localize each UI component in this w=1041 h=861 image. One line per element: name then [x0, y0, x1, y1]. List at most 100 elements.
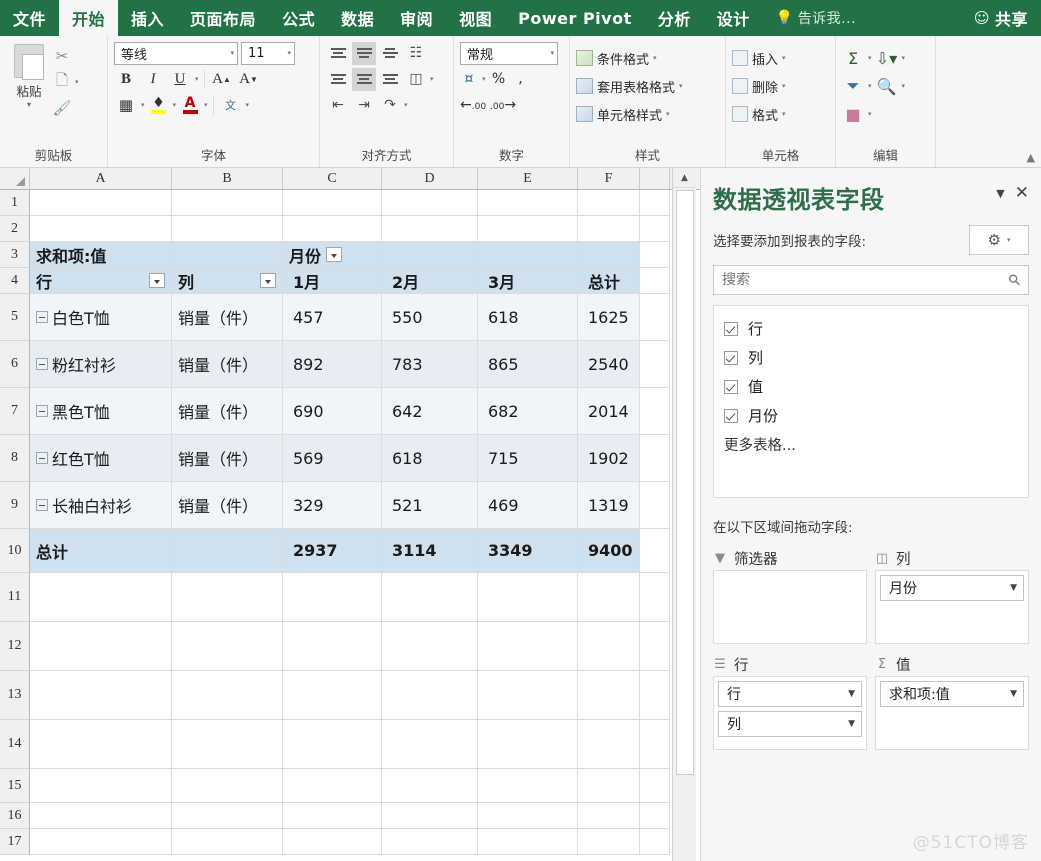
cell-e12[interactable]: [478, 622, 578, 671]
align-bottom-button[interactable]: [378, 42, 402, 65]
cell-g7[interactable]: [640, 388, 670, 435]
pivot-value-caption[interactable]: 求和项:值: [30, 242, 172, 268]
font-color-button[interactable]: A: [179, 96, 201, 114]
tab-design[interactable]: 设计: [704, 0, 763, 36]
clear-eraser-icon[interactable]: ■: [842, 105, 864, 124]
pivot-row-name-4[interactable]: 红色T恤: [30, 435, 172, 482]
align-right-button[interactable]: [378, 68, 402, 91]
checkbox-icon[interactable]: [724, 350, 738, 365]
cell-c11[interactable]: [283, 573, 382, 622]
collapse-icon[interactable]: [36, 499, 48, 511]
pivot-col-filter-dropdown-icon[interactable]: [260, 273, 276, 288]
pivot-grand-total-total[interactable]: 9400: [578, 529, 640, 573]
cell-b14[interactable]: [172, 720, 283, 769]
cell-c1[interactable]: [283, 190, 382, 216]
cell-g13[interactable]: [640, 671, 670, 720]
tab-insert[interactable]: 插入: [118, 0, 177, 36]
pivot-row-metric-2[interactable]: 销量（件）: [172, 341, 283, 388]
column-header-e[interactable]: E: [478, 168, 578, 189]
pivot-cell-r5-c3[interactable]: 469: [478, 482, 578, 529]
row-header-15[interactable]: 15: [0, 769, 30, 803]
cell-g16[interactable]: [640, 803, 670, 829]
cell-g3[interactable]: [640, 242, 670, 268]
pivot-row-name-3[interactable]: 黑色T恤: [30, 388, 172, 435]
cell-f1[interactable]: [578, 190, 640, 216]
cell-c14[interactable]: [283, 720, 382, 769]
format-as-table-button[interactable]: 套用表格格式 ▾: [576, 72, 683, 100]
pivot-cell-r5-total[interactable]: 1319: [578, 482, 640, 529]
cell-c2[interactable]: [283, 216, 382, 242]
cell-g11[interactable]: [640, 573, 670, 622]
chevron-down-icon[interactable]: ▾: [246, 101, 250, 109]
cell-g15[interactable]: [640, 769, 670, 803]
italic-button[interactable]: I: [141, 67, 165, 91]
collapse-icon[interactable]: [36, 405, 48, 417]
field-pill-row[interactable]: 行 ▼: [718, 681, 862, 707]
field-search-box[interactable]: ⚲: [713, 265, 1029, 295]
pivot-row-filter-dropdown-icon[interactable]: [149, 273, 165, 288]
row-header-13[interactable]: 13: [0, 671, 30, 720]
cell-b17[interactable]: [172, 829, 283, 855]
field-item-row[interactable]: 行: [724, 314, 1018, 343]
cell-a14[interactable]: [30, 720, 172, 769]
cell-f15[interactable]: [578, 769, 640, 803]
pivot-cell-r4-c1[interactable]: 569: [283, 435, 382, 482]
chevron-down-icon[interactable]: ▼: [1010, 583, 1017, 593]
format-painter-button[interactable]: 🖌: [52, 98, 79, 118]
align-left-button[interactable]: [326, 68, 350, 91]
chevron-down-icon[interactable]: ▾: [902, 82, 906, 90]
cell-f14[interactable]: [578, 720, 640, 769]
percent-style-button[interactable]: %: [490, 71, 508, 87]
cell-e14[interactable]: [478, 720, 578, 769]
pivot-cell-r5-c1[interactable]: 329: [283, 482, 382, 529]
shrink-font-button[interactable]: A ▼: [237, 67, 261, 91]
cell-f11[interactable]: [578, 573, 640, 622]
cell-e13[interactable]: [478, 671, 578, 720]
pivot-column-filter-dropdown-icon[interactable]: [326, 247, 343, 262]
row-header-1[interactable]: 1: [0, 190, 30, 216]
cell-e17[interactable]: [478, 829, 578, 855]
column-header-a[interactable]: A: [30, 168, 172, 189]
cell-e1[interactable]: [478, 190, 578, 216]
cell-g5[interactable]: [640, 294, 670, 341]
chevron-down-icon[interactable]: ▾: [782, 82, 786, 90]
cell-a15[interactable]: [30, 769, 172, 803]
pivot-header-month-1[interactable]: 1月: [283, 268, 382, 294]
close-icon[interactable]: ✕: [1015, 185, 1029, 202]
cell-e3[interactable]: [478, 242, 578, 268]
pivot-grand-total-c3[interactable]: 3349: [478, 529, 578, 573]
tab-formulas[interactable]: 公式: [269, 0, 328, 36]
bold-button[interactable]: B: [114, 67, 138, 91]
rows-dropzone[interactable]: 行 ▼ 列 ▼: [713, 676, 867, 750]
cell-b3[interactable]: [172, 242, 283, 268]
pivot-cell-r2-c3[interactable]: 865: [478, 341, 578, 388]
row-header-16[interactable]: 16: [0, 803, 30, 829]
checkbox-icon[interactable]: [724, 408, 738, 423]
chevron-down-icon[interactable]: ▼: [848, 689, 855, 699]
pivot-header-month-3[interactable]: 3月: [478, 268, 578, 294]
pivot-header-total[interactable]: 总计: [578, 268, 640, 294]
align-center-button[interactable]: [352, 67, 376, 91]
cell-c16[interactable]: [283, 803, 382, 829]
pivot-cell-r4-total[interactable]: 1902: [578, 435, 640, 482]
cell-b16[interactable]: [172, 803, 283, 829]
cell-b15[interactable]: [172, 769, 283, 803]
cell-g8[interactable]: [640, 435, 670, 482]
chevron-down-icon[interactable]: ▾: [204, 101, 208, 109]
decrease-decimal-button[interactable]: .00→: [490, 97, 516, 113]
checkbox-icon[interactable]: [724, 321, 738, 336]
pivot-col-label-cell[interactable]: 列: [172, 268, 283, 294]
cell-g4[interactable]: [640, 268, 670, 294]
cell-a2[interactable]: [30, 216, 172, 242]
tab-page-layout[interactable]: 页面布局: [177, 0, 269, 36]
orientation-button[interactable]: ☷: [404, 42, 428, 65]
chevron-down-icon[interactable]: ▾: [27, 100, 31, 109]
pivot-column-field[interactable]: 月份: [283, 242, 382, 268]
row-header-4[interactable]: 4: [0, 268, 30, 294]
filters-dropzone[interactable]: [713, 570, 867, 644]
align-top-button[interactable]: [326, 42, 350, 65]
row-header-3[interactable]: 3: [0, 242, 30, 268]
cell-d1[interactable]: [382, 190, 478, 216]
row-header-9[interactable]: 9: [0, 482, 30, 529]
row-header-10[interactable]: 10: [0, 529, 30, 573]
